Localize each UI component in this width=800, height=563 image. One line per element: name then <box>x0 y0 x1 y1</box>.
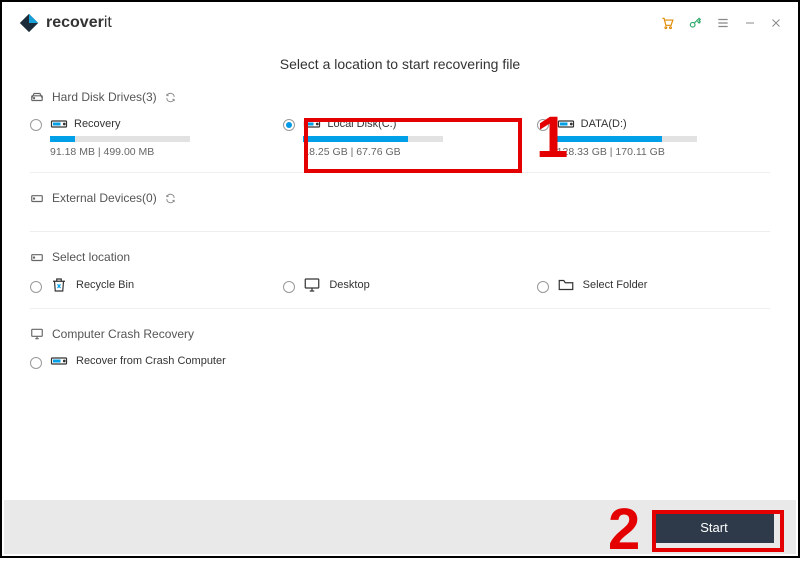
drive-usage: 18.25 GB | 67.76 GB <box>303 146 443 158</box>
external-icon <box>30 191 44 205</box>
location-select-folder[interactable]: Select Folder <box>537 276 770 294</box>
drive-usage: 91.18 MB | 499.00 MB <box>50 146 190 158</box>
section-location-label: Select location <box>52 250 130 264</box>
radio[interactable] <box>30 281 42 293</box>
cart-icon[interactable] <box>660 16 674 30</box>
drive-recovery[interactable]: Recovery 91.18 MB | 499.00 MB <box>30 116 263 158</box>
section-external: External Devices(0) <box>30 185 770 232</box>
drive-label: DATA(D:) <box>581 118 627 130</box>
section-crash-label: Computer Crash Recovery <box>52 327 194 341</box>
drive-label: Recovery <box>74 118 120 130</box>
location-icon <box>30 250 44 264</box>
location-label: Select Folder <box>583 279 648 291</box>
logo-icon <box>18 12 40 34</box>
start-button[interactable]: Start <box>654 511 774 543</box>
usage-bar <box>303 136 443 142</box>
location-label: Recycle Bin <box>76 279 134 291</box>
drive-icon <box>557 116 575 132</box>
crash-item-label: Recover from Crash Computer <box>76 355 226 367</box>
radio[interactable] <box>283 119 295 131</box>
radio[interactable] <box>537 281 549 293</box>
minimize-icon[interactable] <box>744 17 756 29</box>
title-bar: recoverit <box>2 2 798 42</box>
page-title: Select a location to start recovering fi… <box>2 56 798 72</box>
section-external-label: External Devices(0) <box>52 191 157 205</box>
crash-recover-item[interactable]: Recover from Crash Computer <box>30 353 226 369</box>
section-location: Select location Recycle Bin Desktop Sele… <box>30 244 770 309</box>
drive-usage: 128.33 GB | 170.11 GB <box>557 146 697 158</box>
section-hdd: Hard Disk Drives(3) Recovery 91.18 MB | … <box>30 84 770 173</box>
brand-name: recoverit <box>46 14 112 32</box>
folder-icon <box>557 276 575 294</box>
window-toolbar <box>660 16 782 30</box>
drive-icon <box>50 116 68 132</box>
location-desktop[interactable]: Desktop <box>283 276 516 294</box>
location-recycle-bin[interactable]: Recycle Bin <box>30 276 263 294</box>
recycle-bin-icon <box>50 276 68 294</box>
refresh-icon[interactable] <box>165 193 176 204</box>
drive-label: Local Disk(C:) <box>327 118 396 130</box>
key-icon[interactable] <box>688 16 702 30</box>
usage-bar <box>557 136 697 142</box>
footer-bar: Start <box>4 500 796 554</box>
hdd-icon <box>30 90 44 104</box>
radio[interactable] <box>30 357 42 369</box>
menu-icon[interactable] <box>716 16 730 30</box>
location-label: Desktop <box>329 279 369 291</box>
radio[interactable] <box>30 119 42 131</box>
drive-data-d[interactable]: DATA(D:) 128.33 GB | 170.11 GB <box>537 116 770 158</box>
close-icon[interactable] <box>770 17 782 29</box>
crash-icon <box>30 327 44 341</box>
desktop-icon <box>303 276 321 294</box>
drive-local-c[interactable]: Local Disk(C:) 18.25 GB | 67.76 GB <box>283 116 516 158</box>
usage-bar <box>50 136 190 142</box>
section-hdd-label: Hard Disk Drives(3) <box>52 90 157 104</box>
radio[interactable] <box>537 119 549 131</box>
section-crash: Computer Crash Recovery Recover from Cra… <box>30 321 770 383</box>
refresh-icon[interactable] <box>165 92 176 103</box>
drive-icon <box>50 353 68 369</box>
brand: recoverit <box>18 12 112 34</box>
drive-icon <box>303 116 321 132</box>
radio[interactable] <box>283 281 295 293</box>
